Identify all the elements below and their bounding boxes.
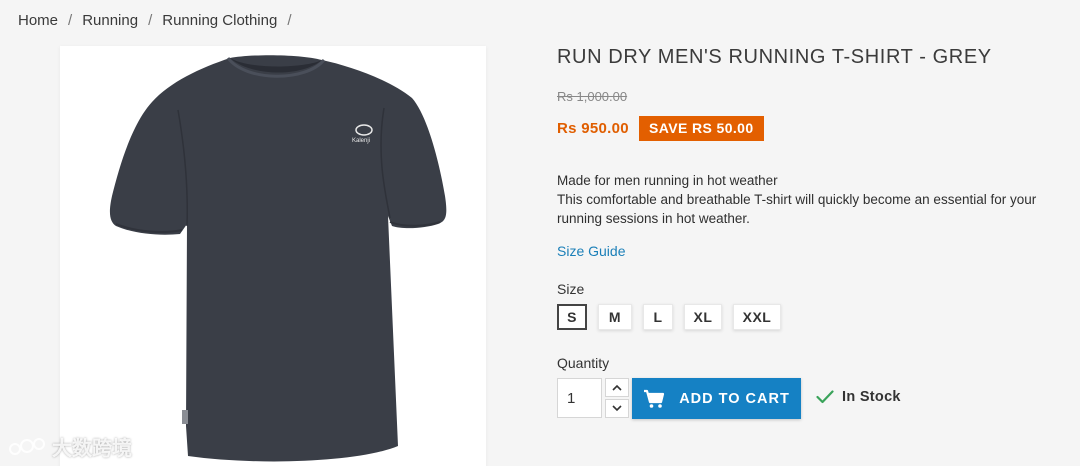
original-price: Rs 1,000.00 — [557, 89, 628, 104]
size-option-xl[interactable]: XL — [684, 304, 722, 330]
check-icon — [816, 390, 834, 404]
watermark-logo-icon — [9, 437, 45, 455]
size-option-l[interactable]: L — [643, 304, 673, 330]
add-to-cart-label: ADD TO CART — [679, 390, 790, 407]
breadcrumb-separator: / — [287, 12, 292, 29]
quantity-increment-button[interactable] — [605, 378, 629, 397]
breadcrumb: Home / Running / Running Clothing / — [18, 12, 302, 29]
description-headline: Made for men running in hot weather — [557, 173, 778, 188]
product-description: Made for men running in hot weather This… — [557, 171, 1067, 228]
cart-icon — [644, 389, 665, 408]
quantity-decrement-button[interactable] — [605, 399, 629, 418]
product-image-card[interactable]: Kalenji — [60, 46, 486, 466]
chevron-down-icon — [612, 405, 622, 412]
breadcrumb-running-clothing[interactable]: Running Clothing — [162, 12, 277, 29]
stock-status-text: In Stock — [842, 389, 901, 405]
size-option-s[interactable]: S — [557, 304, 587, 330]
chevron-up-icon — [612, 384, 622, 391]
stock-status: In Stock — [816, 389, 901, 405]
add-to-cart-button[interactable]: ADD TO CART — [632, 378, 801, 419]
product-image[interactable]: Kalenji — [60, 46, 486, 466]
size-selector: S M L XL XXL — [557, 304, 781, 330]
quantity-input[interactable] — [557, 378, 602, 418]
product-page: Home / Running / Running Clothing / Kale… — [0, 0, 1080, 466]
save-badge: SAVE RS 50.00 — [639, 116, 764, 141]
breadcrumb-separator: / — [68, 12, 73, 29]
watermark-text: 大数跨境 — [52, 438, 132, 460]
sale-price: Rs 950.00 — [557, 120, 629, 137]
breadcrumb-separator: / — [148, 12, 153, 29]
size-label: Size — [557, 281, 585, 297]
breadcrumb-home[interactable]: Home — [18, 12, 58, 29]
size-guide-link[interactable]: Size Guide — [557, 243, 625, 259]
watermark: 大数跨境 — [8, 432, 132, 461]
size-option-m[interactable]: M — [598, 304, 632, 330]
product-title: RUN DRY MEN'S RUNNING T-SHIRT - GREY — [557, 46, 992, 68]
quantity-label: Quantity — [557, 355, 610, 371]
breadcrumb-running[interactable]: Running — [82, 12, 138, 29]
description-body: This comfortable and breathable T-shirt … — [557, 192, 1037, 226]
size-option-xxl[interactable]: XXL — [733, 304, 781, 330]
svg-text:Kalenji: Kalenji — [352, 138, 370, 144]
tshirt-shape — [109, 55, 447, 462]
